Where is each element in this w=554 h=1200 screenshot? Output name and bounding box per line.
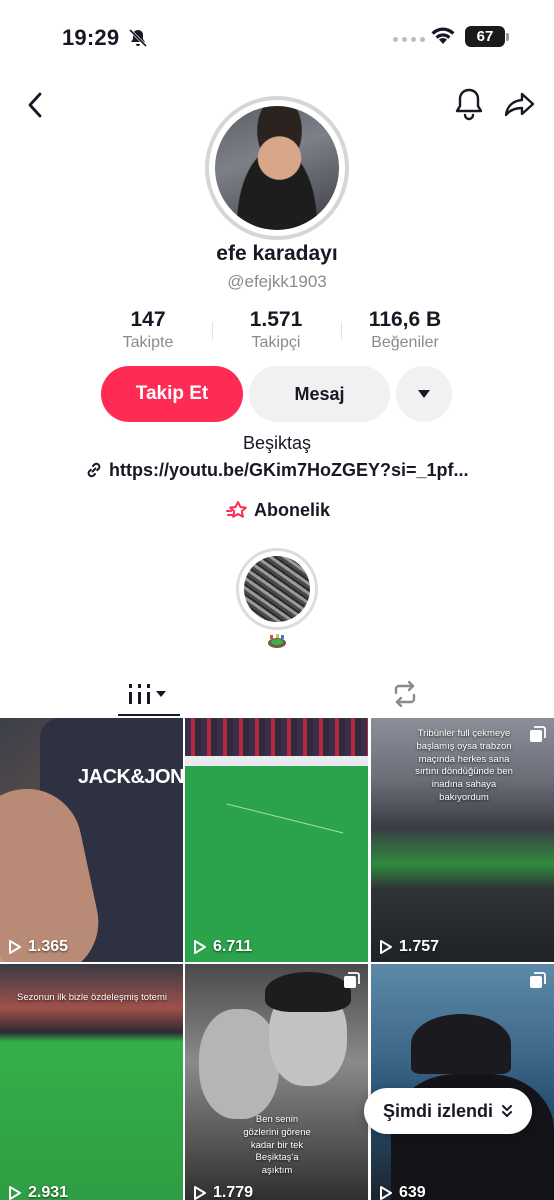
multi-photo-icon — [530, 972, 546, 988]
story-highlight-thumbnail[interactable] — [244, 556, 310, 622]
wifi-icon — [431, 27, 455, 44]
bell-icon — [455, 88, 483, 121]
followers-stat[interactable]: 1.571 Takipçi — [236, 308, 316, 352]
thumbnail-face — [199, 1009, 279, 1119]
view-count-text: 1.365 — [28, 938, 69, 955]
video-caption: Tribünler full çekmeye başlamış oysa tra… — [415, 728, 513, 804]
battery-indicator: 67 — [465, 26, 505, 47]
follow-button[interactable]: Takip Et — [101, 366, 243, 422]
video-caption: Sezonun ilk bizle özdeleşmiş totemi — [17, 992, 167, 1003]
repost-icon — [394, 681, 416, 707]
bell-off-icon — [128, 28, 148, 48]
view-count-text: 6.711 — [213, 938, 253, 955]
followers-label: Takipçi — [251, 334, 301, 351]
now-watched-label: Şimdi izlendi — [382, 1100, 493, 1121]
caret-down-icon — [418, 390, 430, 398]
video-thumbnail[interactable]: Ben senin gözlerini görene kadar bir tek… — [185, 964, 368, 1200]
followers-count: 1.571 — [249, 308, 303, 331]
suggested-accounts-button[interactable] — [396, 366, 452, 422]
thumbnail-stands — [185, 718, 368, 756]
thumbnail-cap — [411, 1014, 511, 1074]
play-icon — [194, 940, 206, 954]
status-time: 19:29 — [62, 25, 120, 50]
battery-cap — [506, 33, 509, 41]
chevron-left-icon — [28, 92, 42, 118]
following-count: 147 — [130, 308, 166, 331]
view-count: 1.757 — [379, 938, 439, 956]
following-label: Takipte — [122, 334, 174, 351]
video-caption: Ben senin gözlerini görene kadar bir tek… — [243, 1114, 311, 1177]
tab-reposts[interactable] — [385, 675, 425, 713]
profile-link-text: https://youtu.be/GKim7HoZGEY?si=_1pf... — [109, 459, 469, 480]
view-count: 2.931 — [8, 1184, 68, 1200]
multi-photo-icon — [530, 726, 546, 742]
view-count: 639 — [379, 1184, 426, 1200]
active-tab-indicator — [118, 714, 180, 716]
share-arrow-icon — [504, 92, 535, 117]
stat-divider — [212, 322, 213, 340]
video-thumbnail[interactable]: Sezonun ilk bizle özdeleşmiş totemi 2.93… — [0, 964, 183, 1200]
stat-divider — [341, 322, 342, 340]
likes-stat[interactable]: 116,6 B Beğeniler — [360, 308, 450, 352]
status-bar: 19:29 67 — [0, 0, 554, 76]
now-watched-button[interactable]: Şimdi izlendi — [364, 1088, 532, 1134]
play-icon — [380, 1186, 392, 1200]
play-icon — [380, 940, 392, 954]
view-count: 1.365 — [8, 938, 68, 956]
share-button[interactable] — [503, 88, 537, 122]
video-thumbnail[interactable]: 6.711 — [185, 718, 368, 962]
back-button[interactable] — [20, 88, 50, 122]
tab-videos[interactable] — [118, 672, 180, 716]
bio-text: Beşiktaş — [242, 433, 312, 453]
view-count-text: 639 — [399, 1184, 426, 1200]
view-count: 1.779 — [193, 1184, 253, 1200]
message-button[interactable]: Mesaj — [249, 366, 390, 422]
play-icon — [9, 1186, 21, 1200]
view-count-text: 1.757 — [399, 938, 440, 955]
multi-photo-icon — [344, 972, 360, 988]
subscription-star-icon — [226, 501, 247, 518]
following-stat[interactable]: 147 Takipte — [108, 308, 188, 352]
play-icon — [194, 1186, 206, 1200]
profile-link[interactable]: https://youtu.be/GKim7HoZGEY?si=_1pf... — [85, 458, 469, 482]
play-icon — [9, 940, 21, 954]
subscription-link[interactable]: Abonelik — [226, 498, 330, 522]
video-thumbnail[interactable]: 639 — [371, 964, 554, 1200]
likes-label: Beğeniler — [371, 334, 439, 351]
subscription-label: Abonelik — [254, 499, 331, 520]
double-chevron-down-icon — [502, 1105, 512, 1117]
avatar[interactable] — [215, 106, 339, 230]
thumbnail-pitch-line — [226, 803, 344, 834]
thumbnail-hair — [265, 972, 351, 1012]
link-icon — [87, 462, 101, 478]
view-count: 6.711 — [193, 938, 252, 956]
video-thumbnail[interactable]: Tribünler full çekmeye başlamış oysa tra… — [371, 718, 554, 962]
thumbnail-ad-board — [185, 756, 368, 766]
grid-videos-icon — [129, 684, 166, 704]
username: @efejkk1903 — [227, 272, 327, 291]
display-name: efe karadayı — [216, 242, 338, 265]
thumbnail-brand-text: JACK&JONES — [78, 766, 183, 788]
signal-icon — [393, 37, 425, 42]
video-thumbnail[interactable]: JACK&JONES 1.365 — [0, 718, 183, 962]
likes-count: 116,6 B — [368, 308, 442, 331]
notification-bell-button[interactable] — [452, 86, 486, 122]
view-count-text: 1.779 — [213, 1184, 254, 1200]
view-count-text: 2.931 — [28, 1184, 69, 1200]
stadium-emoji-icon — [268, 634, 286, 648]
